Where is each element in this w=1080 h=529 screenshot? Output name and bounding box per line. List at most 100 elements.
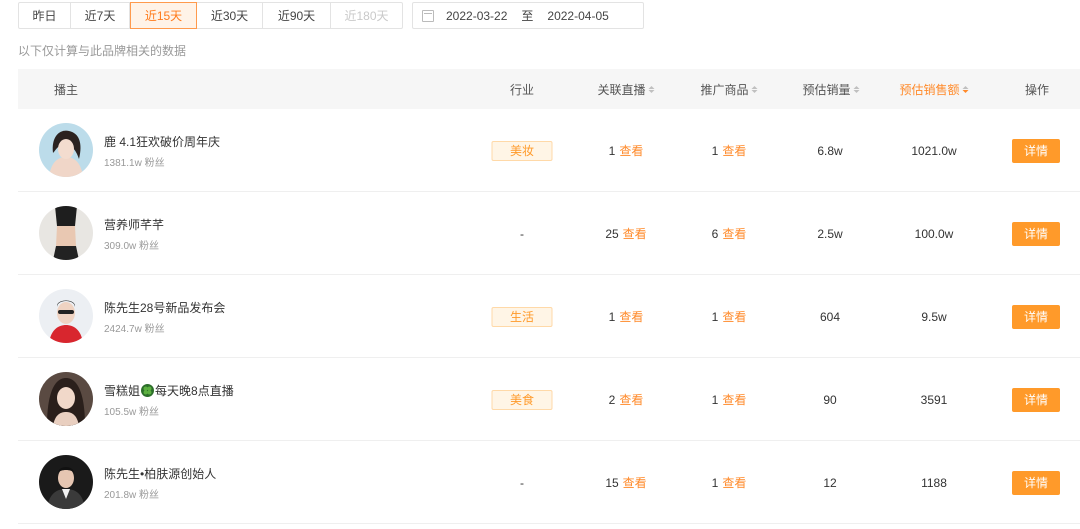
action-cell: 详情 (1012, 109, 1060, 192)
live-cell: 15 查看 (605, 441, 646, 524)
avatar[interactable] (39, 455, 93, 509)
view-live-link[interactable]: 查看 (619, 142, 643, 159)
date-range-picker[interactable]: 2022-03-22 至 2022-04-05 (412, 2, 644, 29)
industry-cell: - (520, 226, 524, 241)
calendar-icon (422, 9, 434, 22)
view-live-link[interactable]: 查看 (619, 391, 643, 408)
sort-icon[interactable] (751, 85, 758, 93)
range-180-days-button: 近180天 (331, 2, 403, 29)
range-yesterday-button[interactable]: 昨日 (18, 2, 71, 29)
anchor-fans: 201.8w 粉丝 (104, 490, 160, 501)
date-start[interactable]: 2022-03-22 (446, 9, 507, 23)
anchor-fans: 105.5w 粉丝 (104, 407, 160, 418)
anchor-fans: 309.0w 粉丝 (104, 241, 160, 252)
view-goods-link[interactable]: 查看 (722, 474, 746, 491)
anchor-name-part: 每天晚8点直播 (155, 384, 234, 398)
live-count: 15 (605, 475, 619, 490)
table-header: 播主 行业 关联直播 推广商品 预估销量 预估销售额 操作 (18, 69, 1080, 109)
live-cell: 1 查看 (609, 275, 644, 358)
goods-cell: 1 查看 (712, 275, 747, 358)
goods-count: 1 (711, 143, 719, 158)
sales-cell: 604 (819, 309, 841, 324)
header-anchor: 播主 (54, 82, 79, 97)
sales-cell: 90 (823, 392, 837, 407)
anchor-name[interactable]: 陈先生•柏肤源创始人 (104, 465, 216, 482)
industry-tag: 生活 (491, 306, 553, 327)
goods-cell: 6 查看 (712, 192, 747, 275)
header-amount[interactable]: 预估销售额 (899, 69, 969, 109)
anchor-name[interactable]: 鹿 4.1狂欢破价周年庆 (104, 133, 220, 150)
sort-icon[interactable] (853, 85, 860, 93)
view-goods-link[interactable]: 查看 (722, 142, 746, 159)
data-scope-note: 以下仅计算与此品牌相关的数据 (18, 44, 187, 58)
live-cell: 1 查看 (609, 109, 644, 192)
sales-cell: 6.8w (817, 143, 843, 158)
view-goods-link[interactable]: 查看 (722, 391, 746, 408)
header-amount-label: 预估销售额 (899, 82, 960, 97)
view-live-link[interactable]: 查看 (623, 225, 647, 242)
avatar[interactable] (39, 372, 93, 426)
sort-desc-icon[interactable] (962, 85, 969, 93)
avatar[interactable] (39, 289, 93, 343)
date-end[interactable]: 2022-04-05 (547, 9, 608, 23)
date-separator: 至 (521, 9, 534, 23)
table-row: 鹿 4.1狂欢破价周年庆 1381.1w 粉丝 美妆 1 查看 1 查看 6.8… (18, 109, 1080, 192)
view-live-link[interactable]: 查看 (623, 474, 647, 491)
detail-button[interactable]: 详情 (1012, 221, 1060, 246)
goods-cell: 1 查看 (712, 109, 747, 192)
header-live[interactable]: 关联直播 (597, 69, 655, 109)
anchor-fans: 1381.1w 粉丝 (104, 158, 165, 169)
anchor-name-part: 雪糕姐 (104, 384, 141, 398)
header-sales[interactable]: 预估销量 (802, 69, 860, 109)
action-cell: 详情 (1012, 358, 1060, 441)
goods-count: 1 (711, 392, 719, 407)
amount-cell: 1021.0w (911, 143, 957, 158)
table-row: 营养师芊芊 309.0w 粉丝 - 25 查看 6 查看 2.5w 100.0w… (18, 192, 1080, 275)
industry-cell: 生活 (491, 275, 553, 358)
range-30-days-button[interactable]: 近30天 (197, 2, 263, 29)
sort-icon[interactable] (648, 85, 655, 93)
view-goods-link[interactable]: 查看 (722, 308, 746, 325)
industry-tag: 美妆 (491, 140, 553, 161)
amount-cell: 3591 (920, 392, 948, 407)
live-count: 2 (608, 392, 616, 407)
range-15-days-button[interactable]: 近15天 (130, 2, 197, 29)
industry-cell: - (520, 475, 524, 490)
anchor-name[interactable]: 陈先生28号新品发布会 (104, 299, 225, 316)
action-cell: 详情 (1012, 192, 1060, 275)
anchor-name[interactable]: 雪糕姐 每天晚8点直播 (104, 382, 234, 399)
table-row: 陈先生28号新品发布会 2424.7w 粉丝 生活 1 查看 1 查看 604 … (18, 275, 1080, 358)
industry-cell: 美妆 (491, 109, 553, 192)
avatar[interactable] (39, 206, 93, 260)
avatar[interactable] (39, 123, 93, 177)
anchor-fans: 2424.7w 粉丝 (104, 324, 165, 335)
anchor-name[interactable]: 营养师芊芊 (104, 216, 164, 233)
live-count: 1 (608, 143, 616, 158)
range-90-days-button[interactable]: 近90天 (263, 2, 331, 29)
goods-cell: 1 查看 (712, 358, 747, 441)
detail-button[interactable]: 详情 (1012, 470, 1060, 495)
goods-count: 1 (711, 309, 719, 324)
amount-cell: 100.0w (914, 226, 954, 241)
view-goods-link[interactable]: 查看 (722, 225, 746, 242)
live-count: 1 (608, 309, 616, 324)
table-row: 雪糕姐 每天晚8点直播 105.5w 粉丝 美食 2 查看 1 查看 90 359… (18, 358, 1080, 441)
amount-cell: 9.5w (921, 309, 947, 324)
detail-button[interactable]: 详情 (1012, 138, 1060, 163)
goods-cell: 1 查看 (712, 441, 747, 524)
live-cell: 25 查看 (605, 192, 646, 275)
range-7-days-button[interactable]: 近7天 (71, 2, 130, 29)
date-range-selector: 昨日 近7天 近15天 近30天 近90天 近180天 (18, 2, 403, 29)
live-count: 25 (605, 226, 619, 241)
detail-button[interactable]: 详情 (1012, 387, 1060, 412)
sales-cell: 2.5w (817, 226, 843, 241)
goods-count: 6 (711, 226, 719, 241)
detail-button[interactable]: 详情 (1012, 304, 1060, 329)
action-cell: 详情 (1012, 275, 1060, 358)
header-industry: 行业 (509, 82, 535, 97)
header-goods[interactable]: 推广商品 (700, 69, 758, 109)
view-live-link[interactable]: 查看 (619, 308, 643, 325)
industry-tag: 美食 (491, 389, 553, 410)
header-action: 操作 (1024, 82, 1050, 97)
header-sales-label: 预估销量 (802, 82, 851, 97)
